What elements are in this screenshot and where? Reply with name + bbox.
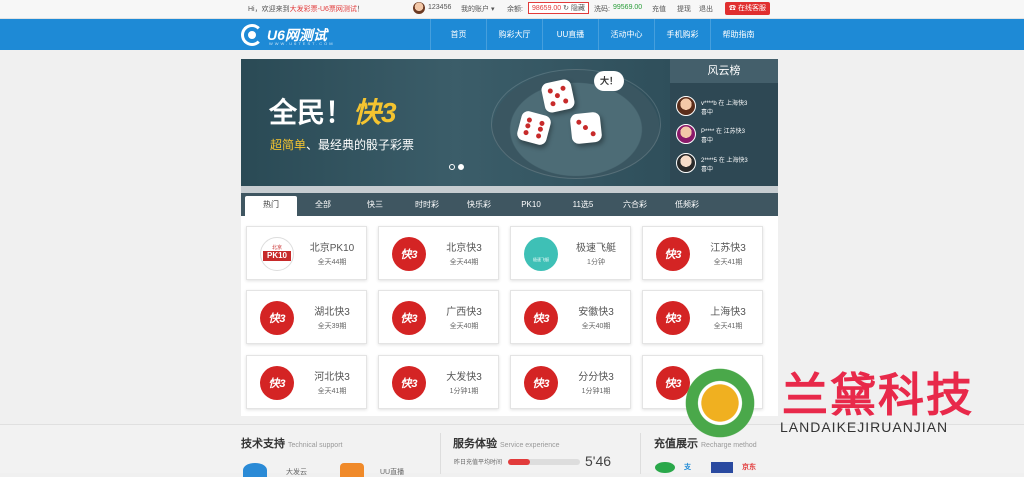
game-card[interactable]: 湖北快3全天39期 — [246, 290, 367, 344]
nav-help[interactable]: 帮助指南 — [710, 19, 766, 50]
k3-icon — [392, 366, 426, 400]
game-card[interactable]: 上海快3全天41期 — [642, 290, 763, 344]
recharge-link[interactable]: 充值 — [652, 4, 666, 14]
user-avatar[interactable] — [413, 2, 425, 14]
balance-box: 98659.00 ↻ 隐藏 — [528, 2, 589, 14]
die-image — [569, 111, 603, 145]
tab-k3[interactable]: 快三 — [349, 196, 401, 214]
online-service-label: 在线客服 — [737, 5, 766, 12]
main-nav: U6网测试 WWW.U6TEST.COM 首页 购彩大厅 UU直播 活动中心 手… — [0, 19, 1024, 50]
ranking-entry: v****b 在 上海快3 喜中 — [676, 96, 776, 118]
tab-all[interactable]: 全部 — [297, 196, 349, 214]
top-bar: Hi，欢迎来到大发彩票-U6票网测试！ 123456 我的账户 ▾ 余额: 98… — [0, 0, 1024, 19]
avatar — [676, 96, 696, 116]
game-card[interactable]: 广西快3全天40期 — [378, 290, 499, 344]
game-card[interactable]: 安徽快3全天40期 — [510, 290, 631, 344]
ranking-entry: P**** 在 江苏快3 喜中 — [676, 124, 776, 146]
nav-items: 首页 购彩大厅 UU直播 活动中心 手机购彩 帮助指南 — [430, 19, 766, 50]
support-item[interactable]: 大发云 — [286, 467, 307, 477]
banner-title: 全民！快3 — [269, 97, 397, 128]
k3-icon — [392, 237, 426, 271]
support-item[interactable]: UU直播 — [380, 467, 404, 477]
divider — [440, 433, 441, 474]
ranking-panel: 风云榜 v****b 在 上海快3 喜中 P**** 在 江苏快3 喜中 2**… — [670, 59, 778, 186]
balance-value: 98659.00 — [532, 5, 562, 12]
live-icon — [340, 463, 364, 477]
watermark-text: 兰黛科技 — [782, 368, 974, 422]
nav-mobile[interactable]: 手机购彩 — [654, 19, 710, 50]
avatar — [676, 124, 696, 144]
recharge-time-fill — [508, 459, 530, 465]
game-card[interactable]: 北京PK10全天44期 — [246, 226, 367, 280]
carousel-dot-active[interactable] — [458, 164, 464, 170]
balance-label: 余额: — [507, 6, 523, 13]
die-image — [540, 78, 576, 114]
k3-icon — [656, 301, 690, 335]
category-tabs: 热门 全部 快三 时时彩 快乐彩 PK10 11选5 六合彩 低频彩 — [241, 186, 778, 216]
banner-bubble: 大！ — [594, 71, 624, 91]
welcome-text: Hi，欢迎来到大发彩票-U6票网测试！ — [248, 6, 364, 13]
user-id: 123456 — [428, 4, 452, 11]
tab-ssc[interactable]: 时时彩 — [401, 196, 453, 214]
tab-kuaile[interactable]: 快乐彩 — [453, 196, 505, 214]
ranking-entry: 2****5 在 上海快3 喜中 — [676, 153, 776, 175]
site-logo[interactable]: U6网测试 WWW.U6TEST.COM — [241, 23, 333, 47]
my-account-menu[interactable]: 我的账户 ▾ — [461, 4, 494, 14]
tab-hot[interactable]: 热门 — [245, 196, 297, 216]
k3-icon — [656, 237, 690, 271]
banner-subtitle: 超简单、最经典的骰子彩票 — [270, 138, 415, 152]
points-label: 洗码: — [594, 6, 610, 13]
support-title: 技术支持 Technical support — [241, 438, 343, 450]
online-service-button[interactable]: ☎ 在线客服 — [725, 2, 770, 15]
game-card[interactable]: 江苏快3全天41期 — [642, 226, 763, 280]
game-card[interactable]: 河北快3全天41期 — [246, 355, 367, 409]
logo-icon — [241, 24, 263, 46]
tab-11x5[interactable]: 11选5 — [557, 196, 609, 214]
game-card[interactable]: 极速飞艇1分钟 — [510, 226, 631, 280]
avatar — [676, 153, 696, 173]
service-title: 服务体验 Service experience — [453, 438, 560, 450]
k3-icon — [524, 301, 558, 335]
recharge-time-label: 昨日充值平均时间 — [454, 460, 503, 466]
pk10-icon — [260, 237, 294, 271]
game-card[interactable]: 北京快3全天44期 — [378, 226, 499, 280]
tab-pk10[interactable]: PK10 — [505, 196, 557, 214]
carousel-dot[interactable] — [449, 164, 455, 170]
carousel-dots — [449, 161, 467, 173]
k3-icon — [260, 366, 294, 400]
nav-activities[interactable]: 活动中心 — [598, 19, 654, 50]
leaf-emblem-icon — [672, 355, 768, 451]
tab-low-freq[interactable]: 低频彩 — [661, 196, 713, 214]
boat-icon — [524, 237, 558, 271]
nav-lottery-hall[interactable]: 购彩大厅 — [486, 19, 542, 50]
logout-link[interactable]: 退出 — [699, 4, 713, 14]
k3-icon — [392, 301, 426, 335]
ranking-title: 风云榜 — [670, 59, 778, 83]
promo-banner[interactable]: 全民！快3 超简单、最经典的骰子彩票 大！ — [241, 59, 670, 186]
k3-icon — [260, 301, 294, 335]
k3-icon — [524, 366, 558, 400]
watermark-logo: 兰黛科技 LANDAIKEJIRUANJIAN — [672, 355, 1024, 473]
game-card[interactable]: 分分快31分钟1期 — [510, 355, 631, 409]
watermark-subtext: LANDAIKEJIRUANJIAN — [780, 419, 949, 435]
nav-uu-live[interactable]: UU直播 — [542, 19, 598, 50]
recharge-time-value: 5'46 — [585, 453, 612, 469]
cloud-icon — [243, 463, 267, 477]
tab-lhc[interactable]: 六合彩 — [609, 196, 661, 214]
nav-home[interactable]: 首页 — [430, 19, 486, 50]
divider — [640, 433, 641, 474]
withdraw-link[interactable]: 提现 — [677, 4, 691, 14]
hide-balance-button[interactable]: ↻ 隐藏 — [563, 5, 585, 12]
points-value: 99569.00 — [613, 4, 643, 11]
game-card[interactable]: 大发快31分钟1期 — [378, 355, 499, 409]
recharge-time-bar — [508, 459, 580, 465]
logo-subtext: WWW.U6TEST.COM — [269, 41, 335, 46]
